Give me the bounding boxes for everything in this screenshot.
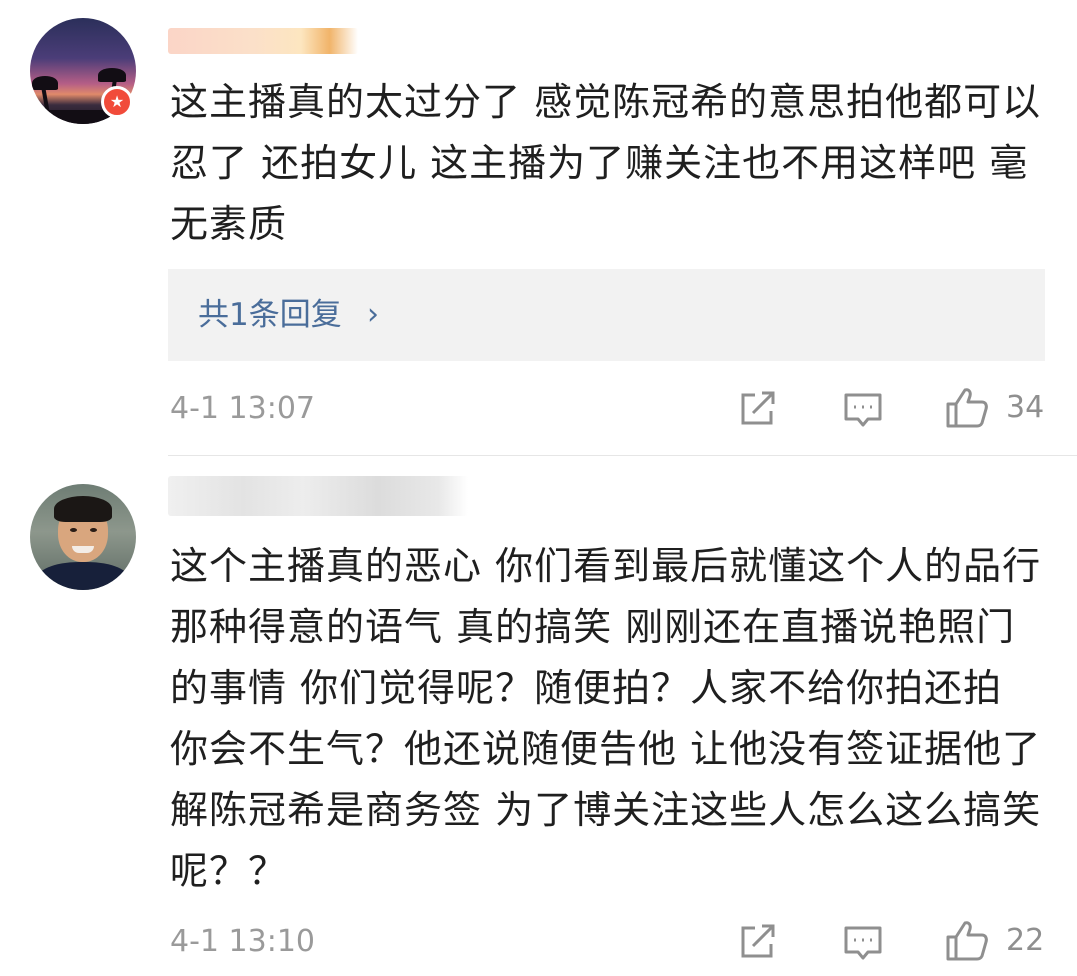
comment-item-1: ★ 这主播真的太过分了 感觉陈冠希的意思拍他都可以忍了 还拍女儿 这主播为了赚关… bbox=[0, 0, 1077, 455]
like-button[interactable]: 22 bbox=[944, 919, 1054, 963]
user-avatar[interactable] bbox=[30, 484, 136, 590]
avatar-smile bbox=[72, 546, 94, 553]
thumbs-up-icon bbox=[946, 921, 988, 961]
comment-timestamp: 4-1 13:07 bbox=[170, 391, 315, 426]
share-button[interactable] bbox=[737, 922, 779, 962]
like-count: 34 bbox=[1006, 390, 1045, 425]
comment-item-2: 这个主播真的恶心 你们看到最后就懂这个人的品行 那种得意的语气 真的搞笑 刚刚还… bbox=[0, 456, 1077, 976]
avatar-hair bbox=[54, 496, 112, 522]
like-count: 22 bbox=[1006, 923, 1045, 958]
comment-button[interactable] bbox=[842, 389, 884, 431]
avatar-eye bbox=[70, 528, 77, 532]
thumbs-up-icon bbox=[946, 388, 988, 428]
username-blurred[interactable] bbox=[168, 28, 358, 54]
avatar-jacket bbox=[36, 562, 130, 590]
comment-icon bbox=[844, 926, 882, 960]
comment-icon bbox=[844, 393, 882, 427]
reply-count-link[interactable]: 共1条回复 bbox=[198, 293, 342, 337]
share-icon bbox=[741, 391, 775, 425]
chevron-right-icon: › bbox=[367, 297, 379, 332]
comment-text: 这主播真的太过分了 感觉陈冠希的意思拍他都可以忍了 还拍女儿 这主播为了赚关注也… bbox=[170, 80, 1042, 246]
share-icon bbox=[741, 924, 775, 958]
share-button[interactable] bbox=[737, 389, 779, 429]
comment-button[interactable] bbox=[842, 922, 884, 964]
avatar-eye bbox=[90, 528, 97, 532]
username-blurred[interactable] bbox=[168, 476, 468, 516]
reply-thread-button[interactable]: 共1条回复 › bbox=[168, 269, 1045, 361]
palm-tree-leaves bbox=[98, 68, 126, 82]
like-button[interactable]: 34 bbox=[944, 386, 1054, 430]
vip-badge-icon: ★ bbox=[101, 86, 133, 118]
comment-timestamp: 4-1 13:10 bbox=[170, 924, 315, 959]
comment-text: 这个主播真的恶心 你们看到最后就懂这个人的品行 那种得意的语气 真的搞笑 刚刚还… bbox=[170, 544, 1042, 893]
palm-tree-leaves bbox=[32, 76, 58, 90]
